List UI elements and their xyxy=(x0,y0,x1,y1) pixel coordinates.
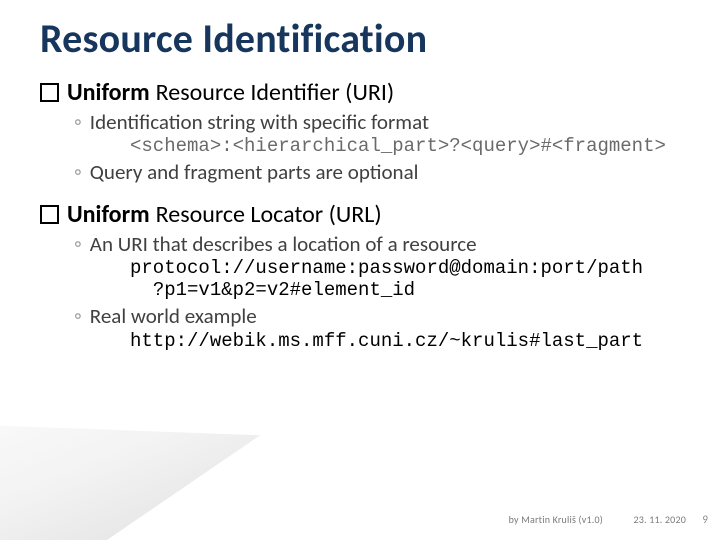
code-line: http://webik.ms.mff.cuni.cz/~krulis#last… xyxy=(130,330,690,352)
item-text: Real world example xyxy=(90,303,257,329)
list-item: ◦ Identification string with specific fo… xyxy=(74,109,690,135)
sub-list: ◦ An URI that describes a location of a … xyxy=(74,231,690,352)
header-strong: Uniform xyxy=(67,200,150,229)
item-text: Identification string with specific form… xyxy=(90,109,429,135)
page-number: 9 xyxy=(702,513,708,526)
footer-author: by Martin Kruliš (v1.0) xyxy=(509,513,603,526)
sub-list: ◦ Identification string with specific fo… xyxy=(74,109,690,186)
section-uri: Uniform Resource Identifier (URI) ◦ Iden… xyxy=(40,78,690,186)
item-text: Query and fragment parts are optional xyxy=(90,159,419,185)
footer: by Martin Kruliš (v1.0) 23. 11. 2020 xyxy=(509,513,686,526)
checkbox-bullet-icon xyxy=(40,83,59,102)
angle-bullet-icon: ◦ xyxy=(74,303,82,329)
section-url: Uniform Resource Locator (URL) ◦ An URI … xyxy=(40,200,690,352)
decorative-triangle xyxy=(0,425,260,540)
angle-bullet-icon: ◦ xyxy=(74,109,82,135)
section-header: Uniform Resource Locator (URL) xyxy=(40,200,690,229)
code-line: <schema>:<hierarchical_part>?<query>#<fr… xyxy=(130,135,690,157)
angle-bullet-icon: ◦ xyxy=(74,159,82,185)
header-text: Resource Identifier (URI) xyxy=(156,78,395,107)
code-line: protocol://username:password@domain:port… xyxy=(130,257,690,301)
list-item: ◦ Query and fragment parts are optional xyxy=(74,159,690,185)
slide: Resource Identification Uniform Resource… xyxy=(0,0,720,540)
header-strong: Uniform xyxy=(67,78,150,107)
footer-date: 23. 11. 2020 xyxy=(633,513,686,526)
angle-bullet-icon: ◦ xyxy=(74,231,82,257)
list-item: ◦ Real world example xyxy=(74,303,690,329)
list-item: ◦ An URI that describes a location of a … xyxy=(74,231,690,257)
checkbox-bullet-icon xyxy=(40,205,59,224)
section-header: Uniform Resource Identifier (URI) xyxy=(40,78,690,107)
page-title: Resource Identification xyxy=(40,18,690,60)
item-text: An URI that describes a location of a re… xyxy=(90,231,477,257)
header-text: Resource Locator (URL) xyxy=(156,200,382,229)
